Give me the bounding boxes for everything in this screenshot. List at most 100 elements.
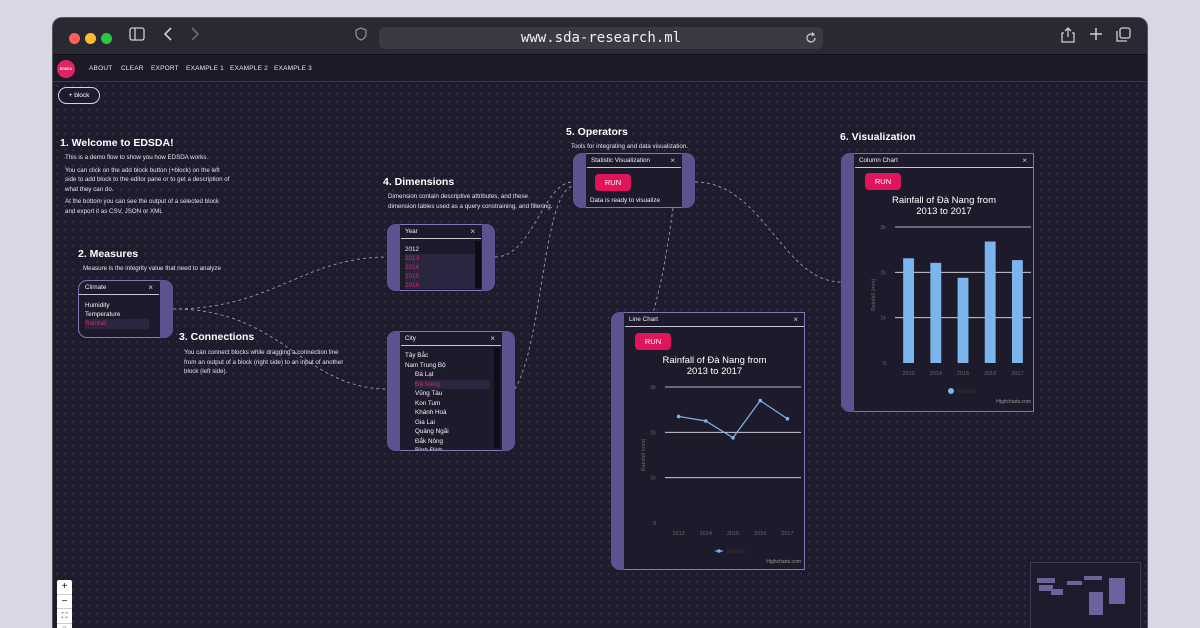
minimap[interactable] — [1030, 562, 1141, 628]
stat-input-handle[interactable] — [573, 153, 586, 208]
city-item[interactable]: Đà Lạt — [415, 370, 434, 380]
minimize-window-button[interactable] — [85, 33, 96, 44]
climate-title: Climate — [85, 284, 107, 291]
column-chart-input-handle[interactable] — [841, 153, 854, 412]
minimap-node — [1051, 589, 1063, 595]
city-item[interactable]: Tây Bắc — [405, 351, 428, 361]
close-icon[interactable]: × — [793, 313, 798, 326]
menu-example-2[interactable]: EXAMPLE 2 — [230, 65, 268, 72]
stat-output-handle[interactable] — [682, 153, 695, 208]
back-icon[interactable] — [163, 27, 173, 46]
y-tick-label: 0 — [883, 361, 886, 367]
fit-view-button[interactable]: ⛶ — [57, 609, 72, 624]
line-chart-header: Line Chart × — [625, 313, 804, 327]
tab-overview-icon[interactable] — [1116, 27, 1131, 47]
menu-example-3[interactable]: EXAMPLE 3 — [274, 65, 312, 72]
column-chart-block[interactable]: Column Chart × RUN Rainfall of Đà Nang f… — [841, 153, 1034, 412]
city-title: City — [405, 335, 416, 342]
close-icon[interactable]: × — [490, 332, 495, 345]
city-item[interactable]: Đắk Nông — [415, 437, 443, 447]
city-output-handle[interactable] — [502, 331, 515, 451]
year-item[interactable]: 2016 — [405, 281, 475, 289]
privacy-shield-icon[interactable] — [355, 27, 367, 46]
menu-example-1[interactable]: EXAMPLE 1 — [186, 65, 224, 72]
dimensions-title: 4. Dimensions — [383, 176, 455, 188]
address-bar[interactable]: www.sda-research.ml — [379, 27, 823, 49]
close-icon[interactable]: × — [1022, 154, 1027, 167]
zoom-out-button[interactable]: − — [57, 595, 72, 609]
run-button[interactable]: RUN — [595, 174, 631, 191]
editor-canvas[interactable]: + block 1. Welcome to EDSDA! This is a d… — [53, 82, 1147, 628]
column-chart-title: Rainfall of Đà Nang from 2013 to 2017 — [855, 195, 1033, 217]
line-chart-title-l1: Rainfall of Đà Nang from — [662, 355, 767, 366]
year-input-handle[interactable] — [387, 224, 400, 291]
climate-block[interactable]: Climate × Humidity Temperature Rainfall — [78, 280, 173, 338]
x-tick-label: 2014 — [930, 371, 942, 377]
x-tick-label: 2016 — [984, 371, 996, 377]
column-chart-header: Column Chart × — [855, 154, 1033, 168]
measures-desc: Measure is the integrity value that need… — [83, 265, 221, 272]
line-run-button[interactable]: RUN — [635, 333, 671, 350]
data-point — [704, 419, 708, 423]
maximize-window-button[interactable] — [101, 33, 112, 44]
city-item[interactable]: Bình Định — [415, 446, 443, 450]
new-tab-icon[interactable] — [1089, 27, 1103, 46]
bar — [903, 258, 915, 363]
menu-export[interactable]: EXPORT — [151, 65, 179, 72]
line-chart-block[interactable]: Line Chart × RUN Rainfall of Đà Nang fro… — [611, 312, 805, 570]
connections-l2: from an output of a block (right side) t… — [184, 358, 344, 366]
city-item[interactable]: Vũng Tàu — [415, 389, 442, 399]
connection-city-stat — [514, 185, 574, 390]
climate-output-handle[interactable] — [160, 280, 173, 338]
chart-credit: Highcharts.com — [766, 559, 801, 565]
menu-clear[interactable]: CLEAR — [121, 65, 144, 72]
city-scrollbar[interactable] — [494, 348, 500, 448]
bar — [984, 241, 996, 363]
bar — [1011, 260, 1023, 363]
climate-header: Climate × — [79, 281, 159, 295]
lock-button[interactable]: 🔒 — [57, 624, 72, 628]
welcome-p3a: At the bottom you can see the output of … — [65, 198, 220, 205]
city-input-handle[interactable] — [387, 331, 400, 451]
app-logo[interactable]: EDSDA — [57, 60, 75, 78]
city-item[interactable]: Nam Trung Bộ — [405, 361, 446, 371]
close-icon[interactable]: × — [148, 281, 153, 294]
measures-title: 2. Measures — [78, 248, 139, 260]
browser-titlebar: www.sda-research.ml — [53, 18, 1147, 55]
line-chart-plot: 0 1k 2k 3k Rainfall (mm) 2013 2014 2015 2016 2017… — [641, 385, 801, 565]
minimap-node — [1067, 581, 1082, 585]
close-window-button[interactable] — [69, 33, 80, 44]
column-chart-title-l2: 2013 to 2017 — [916, 206, 972, 217]
city-block[interactable]: City × Tây Bắc Nam Trung Bộ Đà Lạt Đà Na… — [387, 331, 515, 451]
city-item[interactable]: Đà Nang — [415, 379, 490, 389]
data-point — [731, 435, 735, 440]
share-icon[interactable] — [1061, 27, 1075, 48]
city-item[interactable]: Quảng Ngãi — [415, 427, 449, 437]
menu-about[interactable]: ABOUT — [89, 65, 112, 72]
year-header: Year × — [401, 225, 481, 239]
forward-icon[interactable] — [190, 27, 200, 46]
zoom-in-button[interactable]: + — [57, 580, 72, 595]
city-item[interactable]: Khánh Hoà — [415, 408, 447, 418]
close-icon[interactable]: × — [670, 154, 675, 167]
city-item[interactable]: Gia Lai — [415, 418, 435, 428]
year-block[interactable]: Year × 2012 2013 2014 2015 2016 — [387, 224, 495, 291]
year-output-handle[interactable] — [482, 224, 495, 291]
year-scrollbar[interactable] — [475, 241, 481, 288]
city-item[interactable]: Kon Tum — [415, 399, 440, 409]
y-tick-label: 1k — [650, 476, 656, 482]
line-chart-panel-title: Line Chart — [629, 316, 659, 323]
city-header: City × — [401, 332, 501, 346]
column-run-button[interactable]: RUN — [865, 173, 901, 190]
sidebar-toggle-icon[interactable] — [129, 27, 145, 46]
connections-title: 3. Connections — [179, 331, 255, 343]
close-icon[interactable]: × — [470, 225, 475, 238]
measure-item-rainfall[interactable]: Rainfall — [85, 319, 149, 329]
dimensions-l1: Dimension contain descriptive attributes… — [388, 193, 528, 200]
y-tick-label: 1k — [880, 316, 886, 322]
reload-icon[interactable] — [806, 27, 817, 56]
bar — [957, 277, 969, 363]
add-block-button[interactable]: + block — [58, 87, 100, 104]
statistic-visualization-block[interactable]: Statistic Visualization × RUN Data is re… — [573, 153, 695, 208]
line-chart-input-handle[interactable] — [611, 312, 624, 570]
